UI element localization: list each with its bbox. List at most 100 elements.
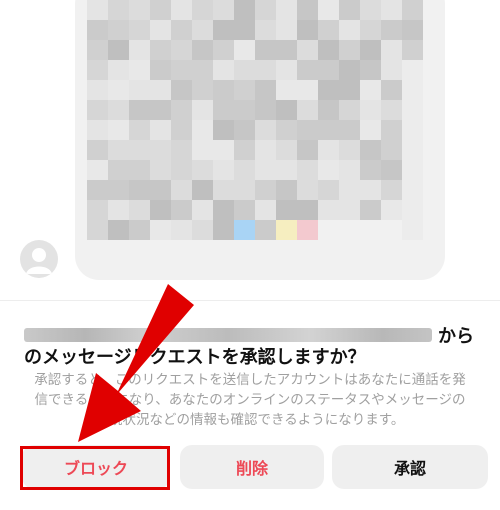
pixel-cell	[171, 80, 192, 100]
pixel-cell	[213, 100, 234, 120]
pixel-cell	[192, 220, 213, 240]
dialog-description: 承認すると、このリクエストを送信したアカウントはあなたに通話を発信できるようにな…	[34, 372, 466, 428]
pixel-cell	[276, 180, 297, 200]
pixel-cell	[381, 20, 402, 40]
pixel-cell	[129, 180, 150, 200]
pixel-cell	[150, 180, 171, 200]
pixel-cell	[402, 20, 423, 40]
pixel-cell	[297, 20, 318, 40]
pixel-cell	[129, 140, 150, 160]
pixel-cell	[318, 220, 339, 240]
pixel-cell	[129, 80, 150, 100]
pixel-cell	[360, 100, 381, 120]
pixel-cell	[402, 200, 423, 220]
pixel-cell	[171, 180, 192, 200]
pixel-cell	[87, 180, 108, 200]
pixel-cell	[402, 180, 423, 200]
pixel-cell	[297, 0, 318, 20]
pixel-cell	[297, 140, 318, 160]
pixel-cell	[297, 40, 318, 60]
accept-button[interactable]: 承認	[332, 445, 488, 489]
pixel-cell	[192, 140, 213, 160]
pixel-cell	[255, 140, 276, 160]
pixel-cell	[339, 40, 360, 60]
pixel-cell	[255, 20, 276, 40]
pixel-cell	[297, 100, 318, 120]
pixel-cell	[318, 180, 339, 200]
pixel-cell	[129, 160, 150, 180]
pixel-cell	[255, 160, 276, 180]
pixel-cell	[234, 0, 255, 20]
pixel-cell	[108, 0, 129, 20]
pixel-cell	[234, 60, 255, 80]
pixel-cell	[339, 80, 360, 100]
sender-avatar-icon[interactable]	[20, 240, 58, 278]
pixel-cell	[297, 60, 318, 80]
pixel-cell	[150, 60, 171, 80]
pixel-cell	[297, 160, 318, 180]
pixel-cell	[318, 0, 339, 20]
pixel-cell	[318, 40, 339, 60]
delete-button[interactable]: 削除	[180, 445, 324, 489]
pixel-cell	[213, 40, 234, 60]
pixel-cell	[213, 20, 234, 40]
pixel-cell	[87, 0, 108, 20]
blurred-message-bubble	[75, 0, 445, 280]
pixel-cell	[150, 40, 171, 60]
pixel-cell	[171, 120, 192, 140]
pixel-cell	[129, 40, 150, 60]
block-button[interactable]: ブロック	[22, 445, 170, 489]
pixel-cell	[360, 120, 381, 140]
message-request-sheet: から のメッセージリクエストを承認しますか？ 承認すると、このリクエストを送信し…	[0, 300, 500, 510]
pixel-cell	[192, 80, 213, 100]
pixel-cell	[213, 60, 234, 80]
pixel-cell	[87, 160, 108, 180]
pixel-cell	[255, 200, 276, 220]
pixel-cell	[360, 200, 381, 220]
pixel-cell	[339, 0, 360, 20]
pixel-cell	[255, 80, 276, 100]
pixel-cell	[255, 40, 276, 60]
redacted-account-name	[24, 328, 432, 342]
pixel-cell	[276, 0, 297, 20]
pixel-cell	[150, 20, 171, 40]
pixel-cell	[255, 180, 276, 200]
pixel-cell	[171, 140, 192, 160]
pixel-cell	[171, 60, 192, 80]
pixel-cell	[297, 120, 318, 140]
pixel-cell	[381, 200, 402, 220]
pixel-cell	[381, 220, 402, 240]
pixel-cell	[276, 160, 297, 180]
pixel-cell	[234, 200, 255, 220]
pixel-cell	[360, 0, 381, 20]
pixel-cell	[150, 160, 171, 180]
pixel-cell	[129, 20, 150, 40]
pixel-cell	[234, 120, 255, 140]
pixel-cell	[402, 220, 423, 240]
divider	[0, 300, 500, 301]
action-buttons: ブロック 削除 承認	[0, 445, 500, 491]
pixel-cell	[339, 220, 360, 240]
pixel-cell	[318, 140, 339, 160]
pixel-cell	[192, 120, 213, 140]
chat-thread	[0, 0, 500, 300]
pixel-cell	[381, 80, 402, 100]
pixel-cell	[108, 60, 129, 80]
pixel-cell	[318, 60, 339, 80]
pixel-cell	[276, 60, 297, 80]
pixel-cell	[213, 200, 234, 220]
pixel-cell	[108, 200, 129, 220]
pixel-cell	[213, 140, 234, 160]
pixel-cell	[234, 20, 255, 40]
pixel-cell	[276, 80, 297, 100]
pixel-cell	[381, 140, 402, 160]
pixel-cell	[108, 160, 129, 180]
pixel-cell	[255, 60, 276, 80]
pixel-cell	[339, 160, 360, 180]
pixel-cell	[276, 220, 297, 240]
pixel-cell	[360, 160, 381, 180]
dialog-title-line-2: のメッセージリクエストを承認しますか？	[24, 347, 366, 368]
pixel-cell	[129, 60, 150, 80]
pixel-cell	[402, 120, 423, 140]
pixel-cell	[108, 220, 129, 240]
